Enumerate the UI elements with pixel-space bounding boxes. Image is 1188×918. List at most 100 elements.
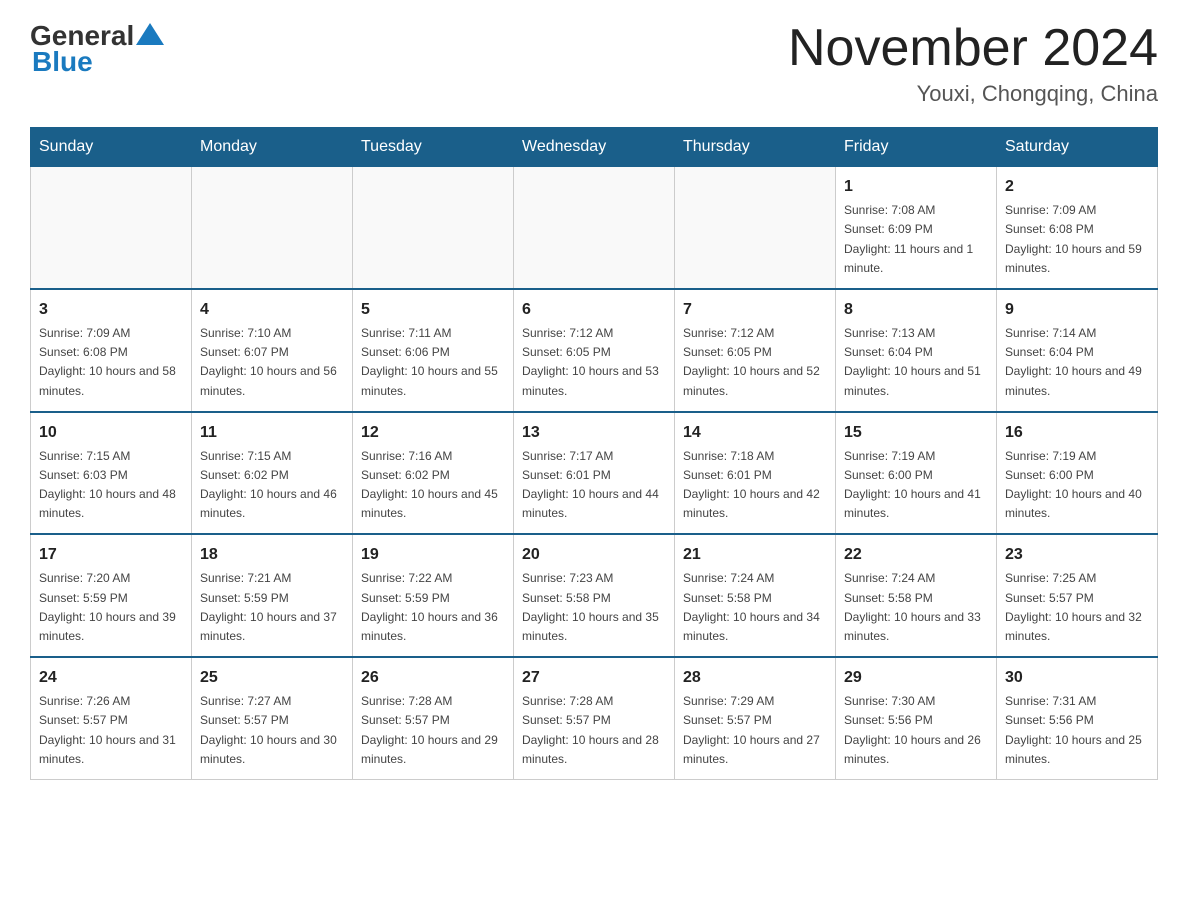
day-number: 15 [844, 421, 988, 445]
day-info: Sunrise: 7:20 AM Sunset: 5:59 PM Dayligh… [39, 569, 183, 646]
day-info: Sunrise: 7:24 AM Sunset: 5:58 PM Dayligh… [844, 569, 988, 646]
calendar-cell: 27Sunrise: 7:28 AM Sunset: 5:57 PM Dayli… [514, 657, 675, 779]
weekday-header-row: SundayMondayTuesdayWednesdayThursdayFrid… [31, 128, 1158, 167]
calendar-cell: 12Sunrise: 7:16 AM Sunset: 6:02 PM Dayli… [353, 412, 514, 535]
month-title: November 2024 [788, 20, 1158, 77]
day-info: Sunrise: 7:12 AM Sunset: 6:05 PM Dayligh… [683, 324, 827, 401]
day-info: Sunrise: 7:28 AM Sunset: 5:57 PM Dayligh… [522, 692, 666, 769]
weekday-header-tuesday: Tuesday [353, 128, 514, 167]
weekday-header-monday: Monday [192, 128, 353, 167]
week-row-5: 24Sunrise: 7:26 AM Sunset: 5:57 PM Dayli… [31, 657, 1158, 779]
day-info: Sunrise: 7:19 AM Sunset: 6:00 PM Dayligh… [1005, 447, 1149, 524]
day-info: Sunrise: 7:23 AM Sunset: 5:58 PM Dayligh… [522, 569, 666, 646]
day-number: 28 [683, 666, 827, 690]
calendar-cell: 22Sunrise: 7:24 AM Sunset: 5:58 PM Dayli… [836, 534, 997, 657]
day-number: 17 [39, 543, 183, 567]
calendar-cell: 2Sunrise: 7:09 AM Sunset: 6:08 PM Daylig… [997, 167, 1158, 289]
calendar-cell: 18Sunrise: 7:21 AM Sunset: 5:59 PM Dayli… [192, 534, 353, 657]
day-number: 6 [522, 298, 666, 322]
day-number: 21 [683, 543, 827, 567]
day-number: 5 [361, 298, 505, 322]
day-number: 10 [39, 421, 183, 445]
calendar-cell: 6Sunrise: 7:12 AM Sunset: 6:05 PM Daylig… [514, 289, 675, 412]
calendar-cell: 7Sunrise: 7:12 AM Sunset: 6:05 PM Daylig… [675, 289, 836, 412]
calendar-cell [192, 167, 353, 289]
day-number: 16 [1005, 421, 1149, 445]
calendar-cell: 1Sunrise: 7:08 AM Sunset: 6:09 PM Daylig… [836, 167, 997, 289]
day-number: 13 [522, 421, 666, 445]
day-info: Sunrise: 7:18 AM Sunset: 6:01 PM Dayligh… [683, 447, 827, 524]
day-number: 23 [1005, 543, 1149, 567]
calendar-cell: 19Sunrise: 7:22 AM Sunset: 5:59 PM Dayli… [353, 534, 514, 657]
calendar-cell: 17Sunrise: 7:20 AM Sunset: 5:59 PM Dayli… [31, 534, 192, 657]
day-number: 14 [683, 421, 827, 445]
day-info: Sunrise: 7:24 AM Sunset: 5:58 PM Dayligh… [683, 569, 827, 646]
calendar-cell: 14Sunrise: 7:18 AM Sunset: 6:01 PM Dayli… [675, 412, 836, 535]
day-number: 12 [361, 421, 505, 445]
day-number: 20 [522, 543, 666, 567]
day-info: Sunrise: 7:09 AM Sunset: 6:08 PM Dayligh… [39, 324, 183, 401]
location-text: Youxi, Chongqing, China [788, 81, 1158, 107]
day-info: Sunrise: 7:27 AM Sunset: 5:57 PM Dayligh… [200, 692, 344, 769]
week-row-3: 10Sunrise: 7:15 AM Sunset: 6:03 PM Dayli… [31, 412, 1158, 535]
calendar-cell: 10Sunrise: 7:15 AM Sunset: 6:03 PM Dayli… [31, 412, 192, 535]
day-number: 1 [844, 175, 988, 199]
weekday-header-wednesday: Wednesday [514, 128, 675, 167]
day-number: 26 [361, 666, 505, 690]
day-info: Sunrise: 7:25 AM Sunset: 5:57 PM Dayligh… [1005, 569, 1149, 646]
calendar-cell [514, 167, 675, 289]
day-number: 22 [844, 543, 988, 567]
day-info: Sunrise: 7:29 AM Sunset: 5:57 PM Dayligh… [683, 692, 827, 769]
day-number: 8 [844, 298, 988, 322]
calendar-cell: 9Sunrise: 7:14 AM Sunset: 6:04 PM Daylig… [997, 289, 1158, 412]
day-number: 2 [1005, 175, 1149, 199]
calendar-cell: 11Sunrise: 7:15 AM Sunset: 6:02 PM Dayli… [192, 412, 353, 535]
title-section: November 2024 Youxi, Chongqing, China [788, 20, 1158, 107]
calendar-cell: 26Sunrise: 7:28 AM Sunset: 5:57 PM Dayli… [353, 657, 514, 779]
logo: General Blue [30, 20, 164, 78]
calendar-cell: 13Sunrise: 7:17 AM Sunset: 6:01 PM Dayli… [514, 412, 675, 535]
day-info: Sunrise: 7:22 AM Sunset: 5:59 PM Dayligh… [361, 569, 505, 646]
calendar-cell: 4Sunrise: 7:10 AM Sunset: 6:07 PM Daylig… [192, 289, 353, 412]
calendar-cell: 5Sunrise: 7:11 AM Sunset: 6:06 PM Daylig… [353, 289, 514, 412]
day-info: Sunrise: 7:10 AM Sunset: 6:07 PM Dayligh… [200, 324, 344, 401]
calendar-cell: 8Sunrise: 7:13 AM Sunset: 6:04 PM Daylig… [836, 289, 997, 412]
day-info: Sunrise: 7:08 AM Sunset: 6:09 PM Dayligh… [844, 201, 988, 278]
day-info: Sunrise: 7:15 AM Sunset: 6:02 PM Dayligh… [200, 447, 344, 524]
calendar-cell: 3Sunrise: 7:09 AM Sunset: 6:08 PM Daylig… [31, 289, 192, 412]
day-number: 11 [200, 421, 344, 445]
week-row-1: 1Sunrise: 7:08 AM Sunset: 6:09 PM Daylig… [31, 167, 1158, 289]
day-info: Sunrise: 7:11 AM Sunset: 6:06 PM Dayligh… [361, 324, 505, 401]
logo-blue-text: Blue [32, 46, 93, 78]
week-row-4: 17Sunrise: 7:20 AM Sunset: 5:59 PM Dayli… [31, 534, 1158, 657]
day-info: Sunrise: 7:17 AM Sunset: 6:01 PM Dayligh… [522, 447, 666, 524]
calendar-cell: 21Sunrise: 7:24 AM Sunset: 5:58 PM Dayli… [675, 534, 836, 657]
day-info: Sunrise: 7:21 AM Sunset: 5:59 PM Dayligh… [200, 569, 344, 646]
calendar-cell: 16Sunrise: 7:19 AM Sunset: 6:00 PM Dayli… [997, 412, 1158, 535]
day-number: 25 [200, 666, 344, 690]
day-info: Sunrise: 7:12 AM Sunset: 6:05 PM Dayligh… [522, 324, 666, 401]
calendar-cell: 15Sunrise: 7:19 AM Sunset: 6:00 PM Dayli… [836, 412, 997, 535]
weekday-header-sunday: Sunday [31, 128, 192, 167]
day-number: 4 [200, 298, 344, 322]
day-info: Sunrise: 7:13 AM Sunset: 6:04 PM Dayligh… [844, 324, 988, 401]
calendar-table: SundayMondayTuesdayWednesdayThursdayFrid… [30, 127, 1158, 780]
day-number: 3 [39, 298, 183, 322]
day-number: 24 [39, 666, 183, 690]
calendar-cell: 30Sunrise: 7:31 AM Sunset: 5:56 PM Dayli… [997, 657, 1158, 779]
day-number: 19 [361, 543, 505, 567]
day-number: 30 [1005, 666, 1149, 690]
day-info: Sunrise: 7:09 AM Sunset: 6:08 PM Dayligh… [1005, 201, 1149, 278]
day-info: Sunrise: 7:16 AM Sunset: 6:02 PM Dayligh… [361, 447, 505, 524]
day-number: 7 [683, 298, 827, 322]
day-info: Sunrise: 7:31 AM Sunset: 5:56 PM Dayligh… [1005, 692, 1149, 769]
day-number: 27 [522, 666, 666, 690]
day-number: 29 [844, 666, 988, 690]
calendar-cell: 28Sunrise: 7:29 AM Sunset: 5:57 PM Dayli… [675, 657, 836, 779]
week-row-2: 3Sunrise: 7:09 AM Sunset: 6:08 PM Daylig… [31, 289, 1158, 412]
calendar-cell: 23Sunrise: 7:25 AM Sunset: 5:57 PM Dayli… [997, 534, 1158, 657]
calendar-cell: 24Sunrise: 7:26 AM Sunset: 5:57 PM Dayli… [31, 657, 192, 779]
day-info: Sunrise: 7:14 AM Sunset: 6:04 PM Dayligh… [1005, 324, 1149, 401]
calendar-cell [675, 167, 836, 289]
calendar-cell: 20Sunrise: 7:23 AM Sunset: 5:58 PM Dayli… [514, 534, 675, 657]
